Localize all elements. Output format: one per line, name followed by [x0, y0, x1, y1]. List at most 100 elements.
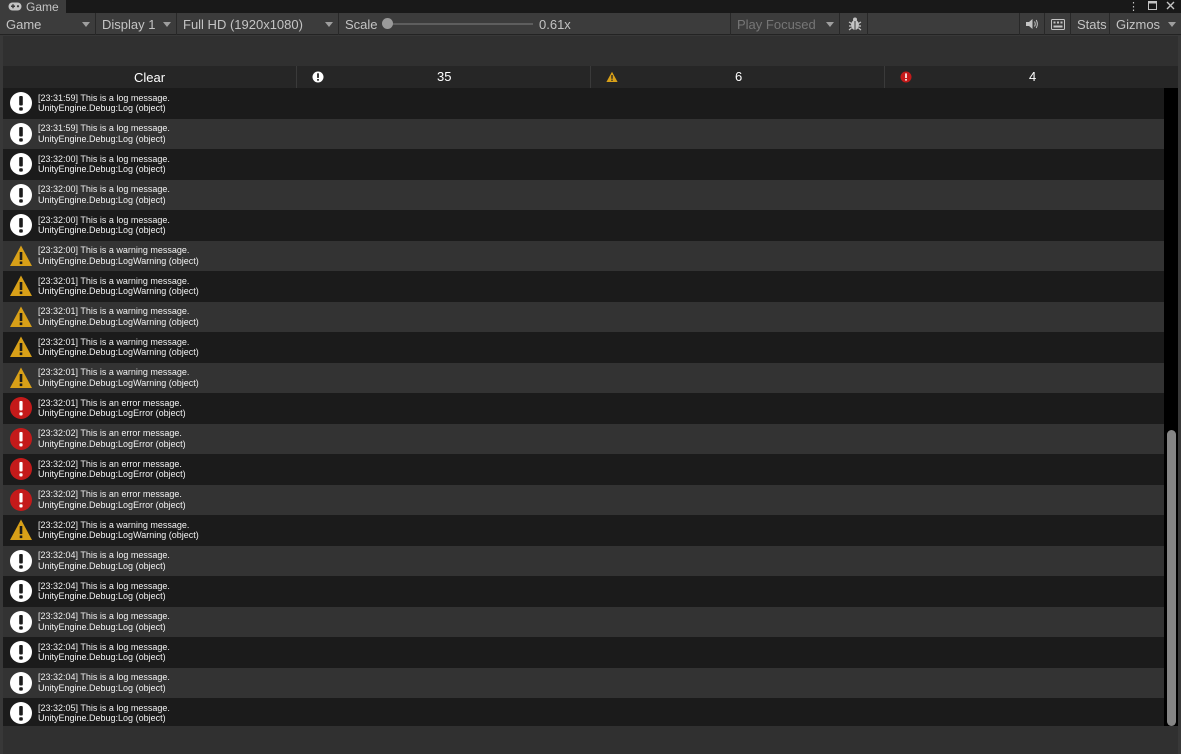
log-entry-text: [23:32:02] This is a warning message. Uni…	[38, 520, 199, 541]
log-message: [23:32:02] This is an error message.	[38, 489, 182, 500]
game-tab-label: Game	[26, 0, 59, 14]
warning-icon	[9, 244, 33, 268]
display-label: Display 1	[102, 16, 156, 32]
kebab-menu-icon[interactable]: ⋮	[1128, 0, 1139, 13]
log-entry-text: [23:32:02] This is an error message. Unit…	[38, 489, 186, 510]
log-entry-error[interactable]: [23:32:02] This is an error message. Unit…	[3, 484, 1164, 515]
log-scrollbar[interactable]	[1164, 88, 1178, 728]
log-entry-log[interactable]: [23:32:00] This is a log message. UnityEn…	[3, 179, 1164, 210]
log-entry-log[interactable]: [23:32:04] This is a log message. UnityEn…	[3, 606, 1164, 637]
play-mode-dropdown[interactable]: Play Focused	[730, 13, 840, 35]
log-entry-log[interactable]: [23:32:00] This is a log message. UnityEn…	[3, 210, 1164, 241]
log-scrollbar-thumb[interactable]	[1167, 430, 1176, 726]
log-entry-error[interactable]: [23:32:02] This is an error message. Unit…	[3, 454, 1164, 485]
log-message: [23:32:00] This is a log message.	[38, 214, 170, 225]
game-view: Clear 35 6 4 [23:31:59] This is a log me…	[3, 36, 1178, 754]
log-entry-log[interactable]: [23:32:04] This is a log message. UnityEn…	[3, 545, 1164, 576]
stats-button[interactable]: Stats	[1070, 13, 1110, 35]
game-tab[interactable]: Game	[0, 0, 66, 14]
clear-button[interactable]: Clear	[3, 66, 297, 88]
log-entry-warning[interactable]: [23:32:01] This is a warning message. Uni…	[3, 271, 1164, 302]
error-icon	[9, 396, 33, 420]
log-stack-trace: UnityEngine.Debug:LogWarning (object)	[38, 347, 199, 358]
window-tab-bar: Game ⋮	[0, 0, 1181, 14]
log-stack-trace: UnityEngine.Debug:Log (object)	[38, 652, 166, 663]
view-mode-dropdown[interactable]: Game	[0, 13, 96, 35]
debug-bug-icon[interactable]	[842, 13, 868, 35]
log-entry-warning[interactable]: [23:32:01] This is a warning message. Uni…	[3, 301, 1164, 332]
scale-slider-track[interactable]	[387, 23, 533, 25]
log-filter-toggle[interactable]: 35	[297, 66, 591, 88]
error-filter-toggle[interactable]: 4	[885, 66, 1178, 88]
info-icon	[9, 671, 33, 695]
log-message: [23:32:00] This is a log message.	[38, 153, 170, 164]
log-message: [23:32:02] This is a warning message.	[38, 519, 190, 530]
view-mode-label: Game	[6, 16, 42, 32]
log-stack-trace: UnityEngine.Debug:LogError (object)	[38, 499, 186, 510]
log-stack-trace: UnityEngine.Debug:Log (object)	[38, 164, 166, 175]
resolution-dropdown[interactable]: Full HD (1920x1080)	[177, 13, 339, 35]
keyboard-shortcuts-icon[interactable]	[1046, 13, 1070, 35]
warning-icon	[9, 518, 33, 542]
scale-value: 0.61x	[539, 16, 571, 32]
log-entry-error[interactable]: [23:32:02] This is an error message. Unit…	[3, 423, 1164, 454]
game-view-bottom-strip	[3, 726, 1178, 754]
info-icon	[9, 701, 33, 725]
log-entry-text: [23:32:01] This is a warning message. Uni…	[38, 276, 199, 297]
log-entry-log[interactable]: [23:32:00] This is a log message. UnityEn…	[3, 149, 1164, 180]
log-entry-text: [23:32:01] This is a warning message. Uni…	[38, 306, 199, 327]
log-entry-text: [23:32:02] This is an error message. Unit…	[38, 459, 186, 480]
log-entry-log[interactable]: [23:31:59] This is a log message. UnityEn…	[3, 118, 1164, 149]
log-entry-text: [23:32:01] This is a warning message. Uni…	[38, 337, 199, 358]
log-stack-trace: UnityEngine.Debug:Log (object)	[38, 225, 166, 236]
scale-slider-handle[interactable]	[382, 18, 393, 29]
log-entry-text: [23:32:04] This is a log message. UnityEn…	[38, 550, 170, 571]
log-entry-error[interactable]: [23:32:01] This is an error message. Unit…	[3, 393, 1164, 424]
console-log-list[interactable]: [23:31:59] This is a log message. UnityEn…	[3, 88, 1164, 726]
chevron-down-icon	[1168, 22, 1176, 27]
log-message: [23:32:05] This is a log message.	[38, 702, 170, 713]
clear-label: Clear	[133, 69, 166, 85]
error-icon	[9, 488, 33, 512]
log-message: [23:32:04] This is a log message.	[38, 611, 170, 622]
log-entry-log[interactable]: [23:32:05] This is a log message. UnityEn…	[3, 698, 1164, 726]
warning-icon	[606, 71, 618, 83]
log-message: [23:32:04] This is a log message.	[38, 550, 170, 561]
log-entry-warning[interactable]: [23:32:01] This is a warning message. Uni…	[3, 362, 1164, 393]
log-stack-trace: UnityEngine.Debug:Log (object)	[38, 194, 166, 205]
log-stack-trace: UnityEngine.Debug:LogWarning (object)	[38, 530, 199, 541]
log-stack-trace: UnityEngine.Debug:Log (object)	[38, 560, 166, 571]
log-stack-trace: UnityEngine.Debug:Log (object)	[38, 103, 166, 114]
gizmos-dropdown[interactable]: Gizmos	[1110, 13, 1181, 35]
log-message: [23:32:01] This is a warning message.	[38, 275, 190, 286]
log-message: [23:31:59] This is a log message.	[38, 92, 170, 103]
close-icon[interactable]	[1166, 1, 1175, 13]
log-entry-log[interactable]: [23:32:04] This is a log message. UnityEn…	[3, 667, 1164, 698]
audio-mute-icon[interactable]	[1019, 13, 1045, 35]
warning-filter-toggle[interactable]: 6	[591, 66, 885, 88]
display-dropdown[interactable]: Display 1	[96, 13, 177, 35]
log-entry-log[interactable]: [23:31:59] This is a log message. UnityEn…	[3, 88, 1164, 119]
error-icon	[900, 71, 912, 83]
log-entry-warning[interactable]: [23:32:01] This is a warning message. Uni…	[3, 332, 1164, 363]
log-message: [23:31:59] This is a log message.	[38, 123, 170, 134]
info-icon	[9, 549, 33, 573]
info-icon	[9, 122, 33, 146]
game-view-top-strip	[3, 36, 1178, 66]
log-stack-trace: UnityEngine.Debug:LogError (object)	[38, 408, 186, 419]
log-message: [23:32:01] This is an error message.	[38, 397, 182, 408]
log-message: [23:32:01] This is a warning message.	[38, 367, 190, 378]
log-message: [23:32:02] This is an error message.	[38, 458, 182, 469]
log-message: [23:32:02] This is an error message.	[38, 428, 182, 439]
log-entry-text: [23:32:00] This is a log message. UnityEn…	[38, 184, 170, 205]
chevron-down-icon	[325, 22, 333, 27]
log-entry-log[interactable]: [23:32:04] This is a log message. UnityEn…	[3, 637, 1164, 668]
log-entry-warning[interactable]: [23:32:02] This is a warning message. Uni…	[3, 515, 1164, 546]
gizmos-label: Gizmos	[1116, 16, 1161, 32]
log-entry-warning[interactable]: [23:32:00] This is a warning message. Uni…	[3, 240, 1164, 271]
log-entry-log[interactable]: [23:32:04] This is a log message. UnityEn…	[3, 576, 1164, 607]
log-count: 35	[437, 69, 452, 84]
maximize-icon[interactable]	[1148, 0, 1157, 13]
info-icon	[9, 91, 33, 115]
warning-icon	[9, 274, 33, 298]
